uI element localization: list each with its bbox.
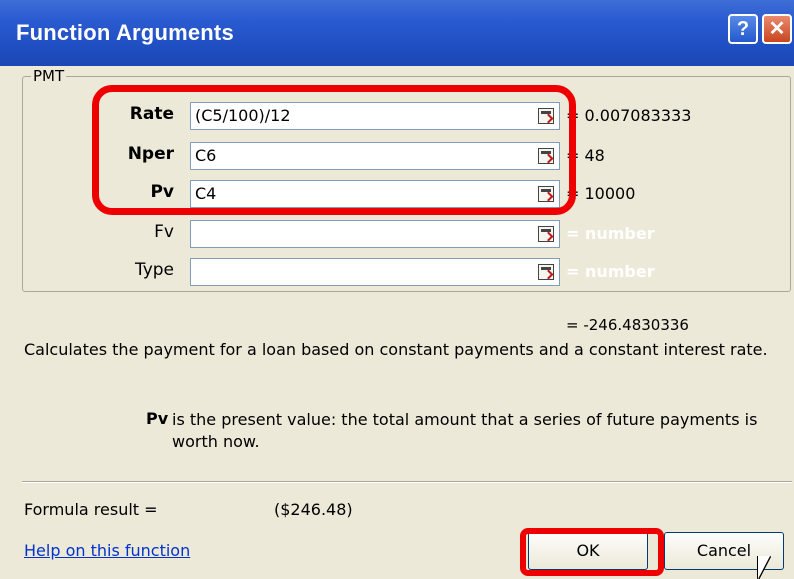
mouse-cursor-icon	[758, 556, 770, 579]
nper-label: Nper	[127, 144, 174, 164]
pv-input[interactable]: C4	[190, 180, 560, 208]
divider	[22, 481, 792, 483]
type-label: Type	[134, 260, 174, 280]
fv-input[interactable]	[190, 220, 560, 248]
arg-help-name: Pv	[146, 409, 169, 428]
function-name: PMT	[31, 67, 67, 85]
function-result: = -246.4830336	[566, 316, 689, 334]
collapse-dialog-icon[interactable]	[537, 147, 555, 165]
function-arguments-dialog: PMT Rate (C5/100)/12 = 0.007083333 Nper …	[0, 66, 794, 579]
pv-evaluated: = 10000	[566, 184, 636, 203]
type-input[interactable]	[190, 258, 560, 286]
question-icon: ?	[736, 18, 750, 40]
ok-button[interactable]: OK	[528, 532, 648, 570]
collapse-dialog-icon[interactable]	[537, 263, 555, 281]
pv-label: Pv	[150, 182, 174, 202]
formula-result-label: Formula result =	[24, 500, 158, 519]
arg-help-line1: is the present value: the total amount t…	[172, 410, 758, 429]
pv-input-value: C4	[195, 184, 217, 203]
close-icon: ✕	[768, 18, 786, 40]
collapse-dialog-icon[interactable]	[537, 107, 555, 125]
nper-input-value: C6	[195, 146, 217, 165]
function-description: Calculates the payment for a loan based …	[24, 340, 768, 359]
rate-label: Rate	[129, 104, 174, 124]
fv-evaluated: = number	[566, 224, 655, 243]
arg-help-line2: worth now.	[172, 432, 260, 451]
type-evaluated: = number	[566, 262, 655, 281]
help-button[interactable]: ?	[728, 14, 758, 44]
nper-evaluated: = 48	[566, 146, 605, 165]
collapse-dialog-icon[interactable]	[537, 225, 555, 243]
close-button[interactable]: ✕	[762, 14, 792, 44]
window-title: Function Arguments	[16, 20, 234, 45]
rate-evaluated: = 0.007083333	[566, 106, 692, 125]
arg-help-text: is the present value: the total amount t…	[172, 409, 784, 453]
nper-input[interactable]: C6	[190, 142, 560, 170]
collapse-dialog-icon[interactable]	[537, 185, 555, 203]
fv-label: Fv	[154, 222, 174, 242]
rate-input-value: (C5/100)/12	[195, 106, 291, 125]
formula-result-value: ($246.48)	[274, 500, 353, 519]
rate-input[interactable]: (C5/100)/12	[190, 102, 560, 130]
help-on-function-link[interactable]: Help on this function	[24, 541, 190, 560]
title-bar: Function Arguments ? ✕	[0, 0, 794, 66]
